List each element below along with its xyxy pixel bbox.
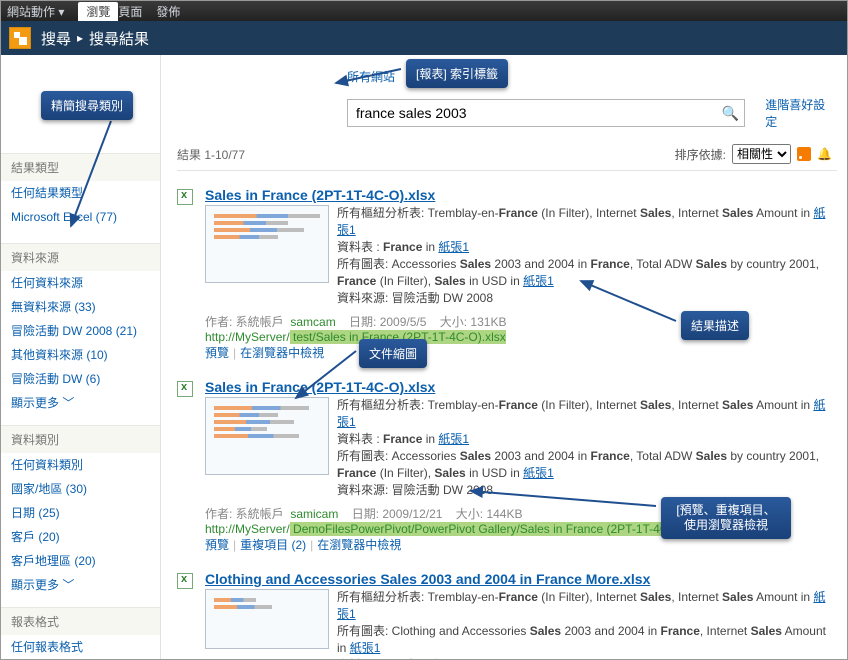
tab-browse[interactable]: 瀏覽 (78, 2, 118, 21)
result-url: http://MyServer/ DemoFilesPowerPivot/Pow… (205, 522, 710, 536)
result-thumbnail[interactable] (205, 205, 329, 283)
search-input[interactable] (348, 105, 716, 121)
result-date: 日期: 2009/12/21 (352, 507, 443, 521)
preview-link[interactable]: 預覽 (205, 538, 229, 552)
callout-actions: [預覽、重複項目、使用瀏覽器檢視 (661, 497, 791, 539)
result-item: Sales in France (2PT-1T-4C-O).xlsx 所有樞紐分… (177, 181, 837, 373)
breadcrumb-current: 搜尋結果 (89, 28, 149, 49)
duplicates-link[interactable]: 重複項目 (2) (240, 538, 306, 552)
result-size: 大小: 131KB (440, 315, 507, 329)
refine-dw2008[interactable]: 冒險活動 DW 2008 (21) (1, 319, 160, 343)
refine-date[interactable]: 日期 (25) (1, 501, 160, 525)
refine-excel[interactable]: Microsoft Excel (77) (1, 205, 160, 229)
sort-label: 排序依據: (675, 146, 726, 163)
site-logo (9, 27, 31, 49)
excel-icon (177, 189, 193, 205)
breadcrumb-sep: ▸ (77, 31, 83, 45)
rss-icon[interactable] (797, 147, 811, 161)
preview-link[interactable]: 預覽 (205, 346, 229, 360)
search-go-icon[interactable]: 🔍 (716, 105, 744, 122)
page-header: 搜尋 ▸ 搜尋結果 (1, 21, 847, 55)
site-actions-menu[interactable]: 網站動作 ▾ (7, 3, 64, 20)
breadcrumb-root[interactable]: 搜尋 (41, 28, 71, 49)
result-thumbnail[interactable] (205, 589, 329, 649)
open-browser-link[interactable]: 在瀏覽器中檢視 (317, 538, 401, 552)
result-thumbnail[interactable] (205, 397, 329, 475)
result-description: 所有樞紐分析表: Tremblay-en-France (In Filter),… (337, 397, 837, 499)
results-area: 所有網站 人員 報表 🔍 進階喜好設定 結果 1-10/77 排序依據: 相關性… (161, 55, 847, 659)
excel-icon (177, 573, 193, 589)
result-title-link[interactable]: Clothing and Accessories Sales 2003 and … (205, 571, 650, 587)
refine-country[interactable]: 國家/地區 (30) (1, 477, 160, 501)
result-author: 作者: 系統帳戶 (205, 507, 284, 521)
refine-group-category: 資料類別 (1, 425, 160, 453)
sheet-link[interactable]: 紙張1 (438, 240, 469, 254)
alert-icon[interactable]: 🔔 (817, 147, 831, 161)
sort-select[interactable]: 相關性 (732, 144, 791, 164)
refine-cat-more[interactable]: 顯示更多 ﹀ (1, 573, 160, 597)
refinement-panel: 結果類型 任何結果類型 Microsoft Excel (77) 資料來源 任何… (1, 55, 161, 659)
advanced-search-link[interactable]: 進階喜好設定 (765, 96, 837, 130)
refine-other-source[interactable]: 其他資料來源 (10) (1, 343, 160, 367)
result-description: 所有樞紐分析表: Tremblay-en-France (In Filter),… (337, 589, 837, 659)
tab-publish[interactable]: 發佈 (156, 3, 180, 20)
tab-page[interactable]: 頁面 (118, 3, 142, 20)
result-size: 大小: 144KB (456, 507, 523, 521)
refine-group-format: 報表格式 (1, 607, 160, 635)
result-author: 作者: 系統帳戶 (205, 315, 284, 329)
result-title-link[interactable]: Sales in France (2PT-1T-4C-O).xlsx (205, 379, 435, 395)
refine-dw[interactable]: 冒險活動 DW (6) (1, 367, 160, 391)
result-item: Clothing and Accessories Sales 2003 and … (177, 565, 837, 659)
refine-any-cat[interactable]: 任何資料類別 (1, 453, 160, 477)
result-date: 日期: 2009/5/5 (349, 315, 426, 329)
callout-description: 結果描述 (681, 311, 749, 340)
result-count: 結果 1-10/77 (177, 146, 245, 163)
callout-thumbnail: 文件縮圖 (359, 339, 427, 368)
refine-any-format[interactable]: 任何報表格式 (1, 635, 160, 659)
callout-refine: 精簡搜尋類別 (41, 91, 133, 120)
sheet-link[interactable]: 紙張1 (350, 641, 381, 655)
ribbon-topbar: 網站動作 ▾ 瀏覽 頁面 發佈 (1, 1, 847, 21)
sheet-link[interactable]: 紙張1 (523, 466, 554, 480)
result-description: 所有樞紐分析表: Tremblay-en-France (In Filter),… (337, 205, 837, 307)
refine-no-source[interactable]: 無資料來源 (33) (1, 295, 160, 319)
result-url: http://MyServer/ test/Sales in France (2… (205, 330, 506, 344)
search-box: 🔍 (347, 99, 745, 127)
refine-any-source[interactable]: 任何資料來源 (1, 271, 160, 295)
callout-reports-tab: [報表] 索引標籤 (406, 59, 508, 88)
refine-customer[interactable]: 客戶 (20) (1, 525, 160, 549)
refine-group-source: 資料來源 (1, 243, 160, 271)
refine-group-result-type: 結果類型 (1, 153, 160, 181)
sheet-link[interactable]: 紙張1 (438, 432, 469, 446)
sheet-link[interactable]: 紙張1 (523, 274, 554, 288)
refine-custgeo[interactable]: 客戶地理區 (20) (1, 549, 160, 573)
refine-any-result[interactable]: 任何結果類型 (1, 181, 160, 205)
open-browser-link[interactable]: 在瀏覽器中檢視 (240, 346, 324, 360)
result-title-link[interactable]: Sales in France (2PT-1T-4C-O).xlsx (205, 187, 435, 203)
scope-all-sites[interactable]: 所有網站 (347, 68, 395, 85)
excel-icon (177, 381, 193, 397)
results-header: 結果 1-10/77 排序依據: 相關性 🔔 (177, 140, 837, 171)
refine-source-more[interactable]: 顯示更多 ﹀ (1, 391, 160, 415)
